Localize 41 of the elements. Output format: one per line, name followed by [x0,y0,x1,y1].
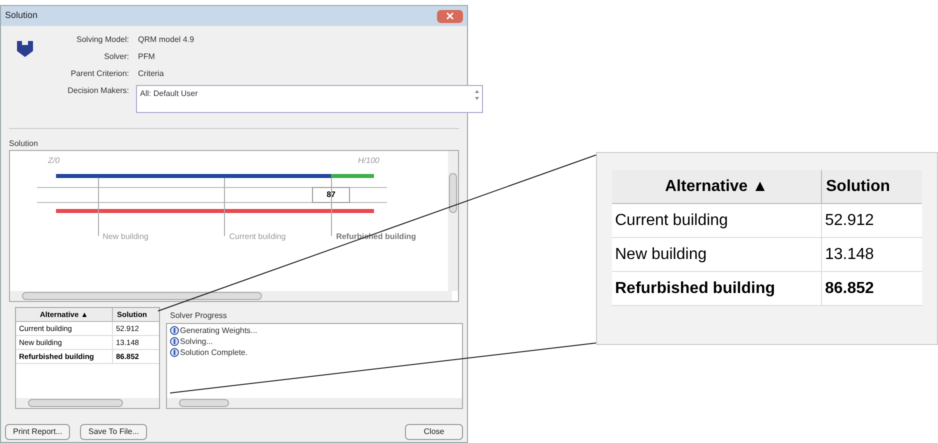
horizontal-scrollbar[interactable] [16,398,159,408]
marker-label: New building [102,231,148,243]
table-cell-text: 13.148 [824,244,875,264]
dialog-button[interactable]: Print Report... [5,424,70,440]
field-label: Parent Criterion: [70,68,129,80]
dialog-button[interactable]: Save To File... [80,424,147,440]
log-entry: Solution Complete. [180,346,248,358]
table-cell: New building [612,238,822,271]
scroll-up-icon [475,90,479,93]
model-logo-icon [15,38,35,58]
axis-label: H/100 [358,155,380,167]
field-value: PFM [138,50,155,62]
value-label: 87 [312,187,350,203]
horizontal-scrollbar[interactable] [167,398,462,408]
horizontal-scrollbar[interactable] [10,291,452,301]
table-cell-text: 86.852 [824,278,875,298]
log-entry: Generating Weights... [180,324,258,336]
table-cell: Refurbished building [612,272,822,305]
field-value: Criteria [138,68,164,80]
section-label: Solver Progress [170,310,228,322]
marker-label: Current building [229,231,286,243]
table-cell: Current building [612,204,822,237]
log-entry: Solving... [180,336,213,348]
window-title: Solution [5,9,38,22]
close-icon[interactable] [437,10,463,22]
field-label: Decision Makers: [66,85,129,97]
decision-makers-field[interactable]: All: Default User [136,85,483,113]
section-label: Solution [9,138,39,150]
info-icon [170,326,179,335]
dialog-button[interactable]: Close [405,424,463,440]
table-cell-text: 52.912 [824,210,875,230]
scroll-down-icon [475,97,479,100]
info-icon [170,348,179,357]
column-header[interactable]: Alternative ▲ [612,170,822,203]
info-icon [170,337,179,346]
column-header[interactable]: Solution [822,170,922,203]
field-value: QRM model 4.9 [138,34,194,46]
field-label: Solver: [103,50,129,62]
field-label: Solving Model: [76,34,129,46]
vertical-scrollbar[interactable] [448,151,458,291]
axis-label: Z/0 [48,155,60,167]
